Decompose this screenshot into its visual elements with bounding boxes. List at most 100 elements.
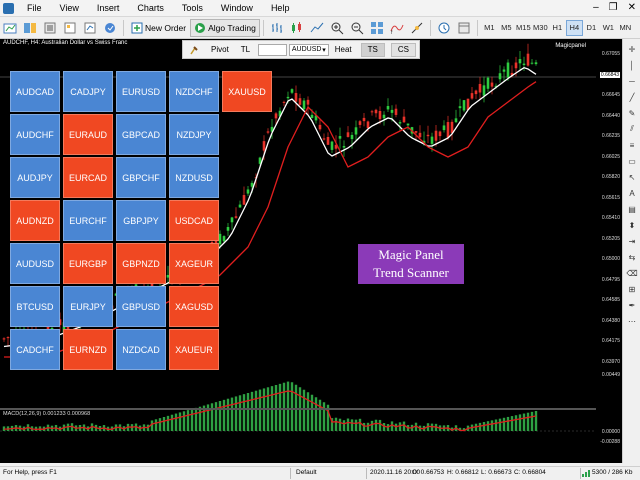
profiles-icon[interactable] [22, 20, 38, 36]
tl-button[interactable]: TL [235, 41, 256, 58]
pair-button-gbpchf[interactable]: GBPCHF [116, 157, 166, 198]
ruler-icon[interactable]: ⊞ [626, 283, 638, 295]
fibonacci-icon[interactable]: ≡ [626, 139, 638, 151]
macd-histogram-bar [242, 394, 246, 431]
vertical-line-icon[interactable]: │ [626, 59, 638, 71]
templates-icon[interactable] [456, 20, 472, 36]
subwindow-separator[interactable] [0, 408, 596, 410]
crosshair-icon[interactable]: ✛ [626, 43, 638, 55]
pair-button-cadjpy[interactable]: CADJPY [63, 71, 113, 112]
pair-button-nzdjpy[interactable]: NZDJPY [169, 114, 219, 155]
timeframe-m15-button[interactable]: M15 [515, 20, 532, 36]
pair-button-nzdcad[interactable]: NZDCAD [116, 329, 166, 370]
pair-button-xagusd[interactable]: XAGUSD [169, 286, 219, 327]
timeframe-h4-button[interactable]: H4 [565, 19, 583, 36]
price-axis[interactable]: 0.67055 0.66843 0.66645 0.66440 0.66235 0.660… [596, 39, 622, 463]
symbol-search-input[interactable] [258, 43, 287, 56]
pair-button-euraud[interactable]: EURAUD [63, 114, 113, 155]
candle-body [378, 110, 382, 120]
strategy-tester-icon[interactable] [102, 20, 118, 36]
pair-button-audusd[interactable]: AUDUSD [10, 243, 60, 284]
menu-window[interactable]: Window [212, 0, 262, 17]
timeframe-m5-button[interactable]: M5 [498, 20, 515, 36]
timeframe-w1-button[interactable]: W1 [600, 20, 617, 36]
pen-icon[interactable]: ✒ [626, 299, 638, 311]
pair-button-gbpnzd[interactable]: GBPNZD [116, 243, 166, 284]
pair-button-xageur[interactable]: XAGEUR [169, 243, 219, 284]
pair-button-gbpusd[interactable]: GBPUSD [116, 286, 166, 327]
pair-button-audnzd[interactable]: AUDNZD [10, 200, 60, 241]
pair-button-nzdusd[interactable]: NZDUSD [169, 157, 219, 198]
heat-button[interactable]: Heat [329, 41, 358, 58]
ts-button[interactable]: TS [360, 42, 385, 57]
cs-button[interactable]: CS [390, 42, 416, 57]
menu-insert[interactable]: Insert [88, 0, 129, 17]
channel-icon[interactable]: ⫽ [626, 123, 638, 135]
timeframe-m1-button[interactable]: M1 [481, 20, 498, 36]
broom-icon[interactable] [183, 41, 205, 58]
pair-button-gbpjpy[interactable]: GBPJPY [116, 200, 166, 241]
pencil-icon[interactable]: ✎ [626, 107, 638, 119]
algo-trading-button[interactable]: Algo Trading [190, 18, 260, 37]
menu-tools[interactable]: Tools [173, 0, 212, 17]
periods-icon[interactable] [436, 20, 452, 36]
zoom-icon[interactable]: ⇆ [626, 251, 638, 263]
bar-chart-icon[interactable] [269, 20, 285, 36]
period-separator-icon[interactable]: ⇥ [626, 235, 638, 247]
candle-body [386, 106, 390, 110]
pair-button-cadchf[interactable]: CADCHF [10, 329, 60, 370]
label-icon[interactable]: ▤ [626, 203, 638, 215]
pair-button-audjpy[interactable]: AUDJPY [10, 157, 60, 198]
navigator-icon[interactable] [62, 20, 78, 36]
pair-button-eurgbp[interactable]: EURGBP [63, 243, 113, 284]
pair-button-btcusd[interactable]: BTCUSD [10, 286, 60, 327]
text-icon[interactable]: A [626, 187, 638, 199]
pair-button-xauusd[interactable]: XAUUSD [222, 71, 272, 112]
zoom-in-icon[interactable] [329, 20, 345, 36]
minimize-icon[interactable]: – [593, 2, 599, 13]
magic-panel-toolbar: Pivot TL AUDUSD ▾ Heat TS CS [182, 40, 420, 59]
menu-charts[interactable]: Charts [128, 0, 173, 17]
candlestick-icon[interactable] [289, 20, 305, 36]
zoom-out-icon[interactable] [349, 20, 365, 36]
eraser-icon[interactable]: ⌫ [626, 267, 638, 279]
timeframe-m30-button[interactable]: M30 [532, 20, 549, 36]
pair-button-audchf[interactable]: AUDCHF [10, 114, 60, 155]
line-chart-icon[interactable] [309, 20, 325, 36]
pair-button-usdcad[interactable]: USDCAD [169, 200, 219, 241]
symbol-select[interactable]: AUDUSD ▾ [288, 43, 329, 56]
pair-button-eurusd[interactable]: EURUSD [116, 71, 166, 112]
pair-button-eurcad[interactable]: EURCAD [63, 157, 113, 198]
timeframe-h1-button[interactable]: H1 [549, 20, 566, 36]
restore-icon[interactable]: ❐ [609, 2, 618, 13]
pair-button-nzdchf[interactable]: NZDCHF [169, 71, 219, 112]
tile-windows-icon[interactable] [369, 20, 385, 36]
menu-file[interactable]: File [18, 0, 51, 17]
price-label: 0.64380 [601, 317, 620, 324]
menu-view[interactable]: View [51, 0, 88, 17]
horizontal-line-icon[interactable]: ─ [626, 75, 638, 87]
cursor-icon[interactable]: ↖ [626, 171, 638, 183]
timeframe-mn-button[interactable]: MN [617, 20, 634, 36]
pair-button-gbpcad[interactable]: GBPCAD [116, 114, 166, 155]
close-icon[interactable]: ✕ [628, 2, 636, 13]
pair-button-eurchf[interactable]: EURCHF [63, 200, 113, 241]
pair-button-audcad[interactable]: AUDCAD [10, 71, 60, 112]
pivot-button[interactable]: Pivot [205, 41, 235, 58]
indicators-icon[interactable]: f [389, 20, 405, 36]
new-chart-icon[interactable] [2, 20, 18, 36]
data-window-icon[interactable] [82, 20, 98, 36]
new-order-button[interactable]: New Order [127, 19, 190, 37]
pair-button-eurjpy[interactable]: EURJPY [63, 286, 113, 327]
menu-help[interactable]: Help [262, 0, 299, 17]
arrow-icon[interactable]: ⬍ [626, 219, 638, 231]
shapes-icon[interactable]: ▭ [626, 155, 638, 167]
pair-button-xaueur[interactable]: XAUEUR [169, 329, 219, 370]
objects-icon[interactable] [409, 20, 425, 36]
market-watch-icon[interactable] [42, 20, 58, 36]
trend-line-icon[interactable]: ╱ [626, 91, 638, 103]
scroll-icon[interactable]: ⋯ [626, 315, 638, 327]
pair-button-eurnzd[interactable]: EURNZD [63, 329, 113, 370]
price-label: 0.65000 [601, 256, 620, 262]
timeframe-d1-button[interactable]: D1 [583, 20, 600, 36]
